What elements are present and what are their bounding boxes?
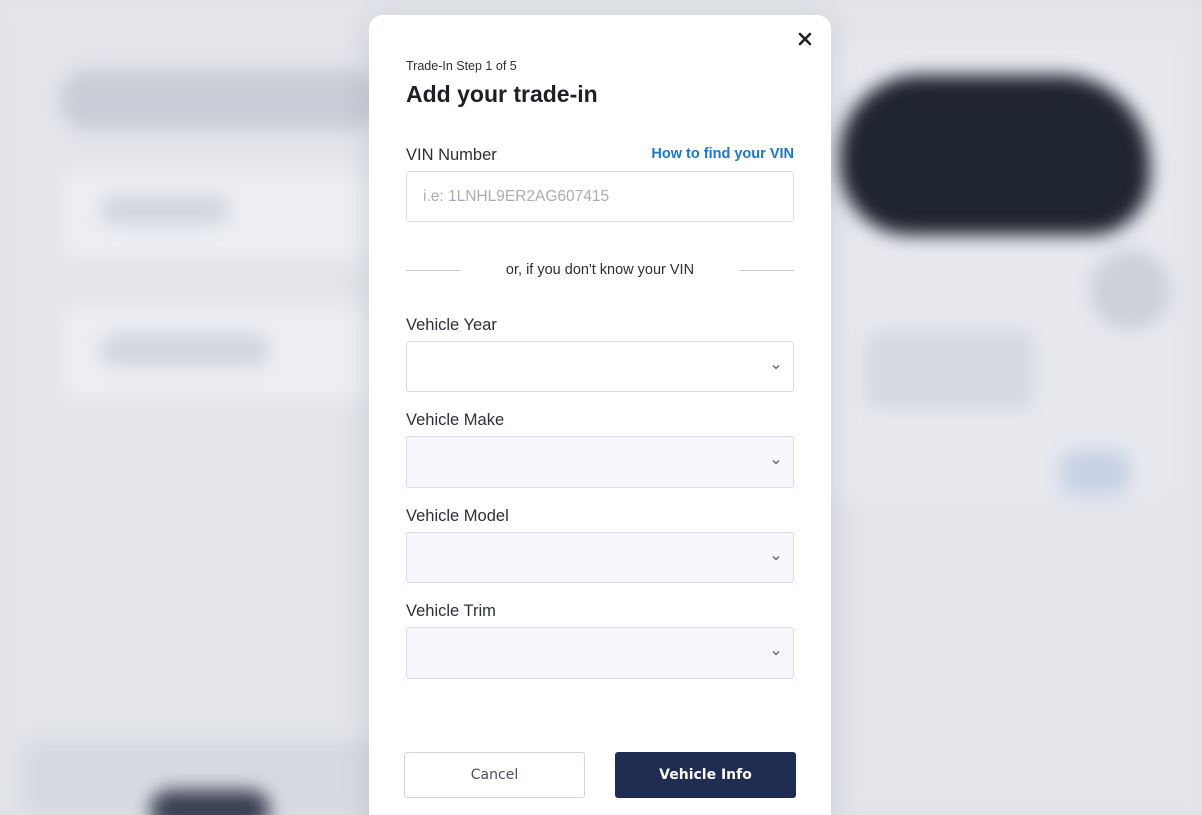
vehicle-make-label: Vehicle Make	[406, 411, 505, 429]
vin-input[interactable]	[406, 171, 794, 222]
close-icon	[798, 32, 812, 46]
background-vehicle-image	[840, 75, 1150, 235]
chevron-down-icon	[772, 556, 780, 561]
chevron-down-icon	[772, 651, 780, 656]
background-button	[1060, 450, 1130, 495]
how-to-find-vin-link[interactable]: How to find your VIN	[651, 146, 794, 162]
modal-title: Add your trade-in	[406, 81, 598, 107]
close-button[interactable]	[795, 29, 815, 49]
vehicle-year-label: Vehicle Year	[406, 316, 497, 334]
trade-in-modal: Trade-In Step 1 of 5 Add your trade-in V…	[369, 15, 831, 815]
vehicle-year-select[interactable]	[406, 341, 794, 392]
background-footer-button	[150, 790, 270, 815]
background-text-block	[865, 330, 1035, 410]
vehicle-model-label: Vehicle Model	[406, 507, 509, 525]
background-pill	[100, 195, 230, 225]
step-indicator: Trade-In Step 1 of 5	[406, 59, 517, 73]
vehicle-trim-label: Vehicle Trim	[406, 602, 496, 620]
divider-line-right	[739, 270, 794, 271]
background-circle	[1090, 250, 1170, 330]
vehicle-info-button[interactable]: Vehicle Info	[615, 752, 796, 798]
vehicle-trim-select[interactable]	[406, 627, 794, 679]
divider-text: or, if you don't know your VIN	[505, 262, 695, 278]
background-heading	[60, 70, 380, 130]
chevron-down-icon	[772, 460, 780, 465]
vehicle-make-select[interactable]	[406, 436, 794, 488]
vehicle-model-select[interactable]	[406, 532, 794, 583]
cancel-button[interactable]: Cancel	[404, 752, 585, 798]
chevron-down-icon	[772, 365, 780, 370]
background-pill	[100, 333, 270, 367]
vin-label: VIN Number	[406, 146, 497, 164]
